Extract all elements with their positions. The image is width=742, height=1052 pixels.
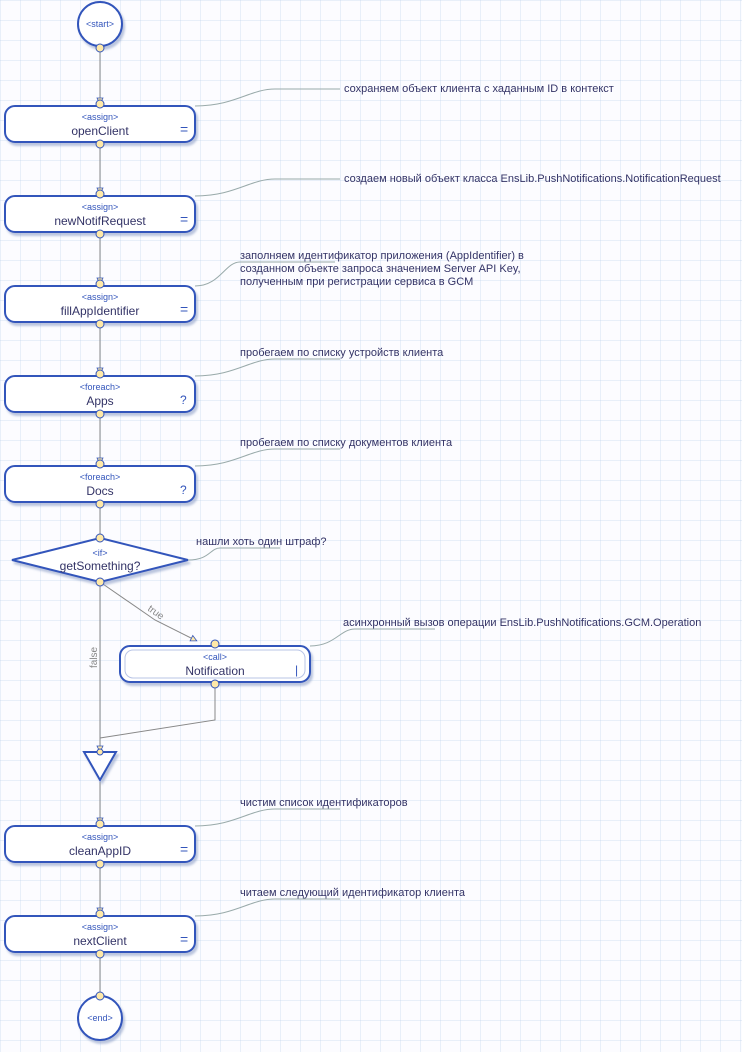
node-tag: <assign> [82, 112, 119, 122]
branch-label-false: false [89, 646, 100, 668]
glyph: = [180, 121, 188, 137]
node-apps[interactable]: <foreach> Apps ? пробегаем по списку уст… [5, 347, 444, 418]
node-docs[interactable]: <foreach> Docs ? пробегаем по списку док… [5, 437, 453, 508]
node-tag: <assign> [82, 922, 119, 932]
node-tag: <if> [92, 548, 107, 558]
comment: сохраняем объект клиента с хаданным ID в… [344, 83, 614, 95]
node-getSomething[interactable]: <if> getSomething? нашли хоть один штраф… [12, 534, 327, 586]
glyph: ? [180, 393, 187, 407]
node-name: nextClient [73, 934, 127, 948]
node-name: Docs [86, 484, 113, 498]
node-name: newNotifRequest [54, 214, 146, 228]
glyph: = [180, 841, 188, 857]
branch-label-true: true [145, 603, 166, 622]
comment: асинхронный вызов операции EnsLib.PushNo… [343, 617, 701, 629]
node-nextClient[interactable]: <assign> nextClient = читаем следующий и… [5, 887, 466, 958]
start-node[interactable]: <start> [78, 2, 122, 52]
node-openClient[interactable]: <assign> openClient = сохраняем объект к… [5, 83, 614, 148]
node-name: Notification [185, 664, 244, 678]
start-tag: <start> [86, 19, 114, 29]
node-newNotifRequest[interactable]: <assign> newNotifRequest = создаем новый… [5, 173, 721, 238]
node-name: fillAppIdentifier [61, 304, 140, 318]
node-tag: <call> [203, 652, 227, 662]
node-cleanAppID[interactable]: <assign> cleanAppID = чистим список иден… [5, 797, 408, 868]
flow-diagram: true false <start> <assign> openClient =… [0, 0, 742, 1052]
comment: пробегаем по списку устройств клиента [240, 347, 444, 359]
node-fillAppIdentifier[interactable]: <assign> fillAppIdentifier = заполняем и… [5, 250, 524, 328]
node-tag: <foreach> [80, 382, 121, 392]
join-node [84, 749, 116, 780]
glyph: = [180, 301, 188, 317]
end-tag: <end> [87, 1013, 113, 1023]
node-notification[interactable]: <call> Notification | асинхронный вызов … [120, 617, 701, 688]
comment: чистим список идентификаторов [240, 797, 408, 809]
node-tag: <assign> [82, 292, 119, 302]
comment-l1: заполняем идентификатор приложения (AppI… [240, 250, 524, 262]
node-name: getSomething? [60, 559, 141, 573]
node-tag: <foreach> [80, 472, 121, 482]
glyph: | [295, 663, 298, 677]
node-name: cleanAppID [69, 844, 131, 858]
comment: пробегаем по списку документов клиента [240, 437, 453, 449]
comment: нашли хоть один штраф? [196, 536, 327, 548]
glyph: = [180, 211, 188, 227]
node-name: Apps [86, 394, 113, 408]
node-name: openClient [71, 124, 129, 138]
end-node[interactable]: <end> [78, 992, 122, 1040]
glyph: ? [180, 483, 187, 497]
comment: создаем новый объект класса EnsLib.PushN… [344, 173, 721, 185]
node-tag: <assign> [82, 202, 119, 212]
comment: читаем следующий идентификатор клиента [240, 887, 466, 899]
glyph: = [180, 931, 188, 947]
comment-l2: созданном объекте запроса значением Serv… [240, 263, 521, 275]
node-tag: <assign> [82, 832, 119, 842]
comment-l3: полученным при регистрации сервиса в GCM [240, 276, 473, 288]
